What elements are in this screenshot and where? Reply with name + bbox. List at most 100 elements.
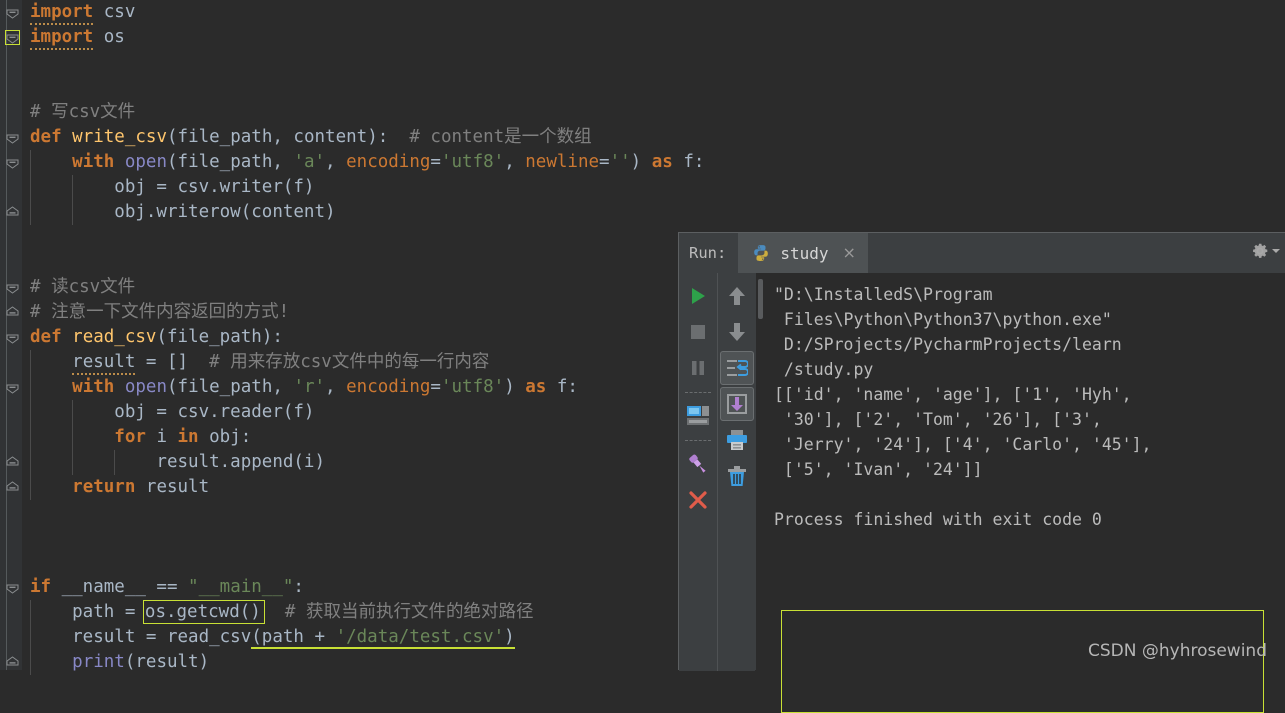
fold-marker-icon[interactable] (6, 581, 19, 594)
indent-guide (30, 600, 31, 625)
indent-guide (30, 175, 31, 200)
pycharm-window: import csv import os # 写csv文件 def write_csv… (0, 0, 1285, 713)
code-line[interactable] (22, 75, 1285, 100)
code-line[interactable]: obj = csv.writer(f) (22, 175, 1285, 200)
code-token: open (124, 377, 167, 397)
code-token: obj: (198, 427, 252, 447)
fold-marker-icon[interactable] (6, 156, 19, 169)
run-console[interactable]: "D:\InstalledS\Program Files\Python\Pyth… (756, 273, 1285, 671)
code-token: as (651, 152, 673, 172)
console-line: /study.py (774, 360, 874, 379)
code-token: # 读csv文件 (30, 277, 136, 297)
code-token: def (30, 327, 73, 347)
settings-gear-button[interactable] (1250, 241, 1280, 261)
stop-button[interactable] (681, 315, 715, 349)
code-token: with (72, 377, 125, 397)
pause-button[interactable] (681, 351, 715, 385)
code-token: result (72, 352, 136, 375)
fold-marker-icon[interactable] (6, 306, 19, 319)
code-token: write_csv (72, 127, 167, 147)
code-token: csv (93, 2, 136, 22)
fold-marker-icon[interactable] (6, 331, 19, 344)
indent-guide (72, 450, 74, 475)
clear-all-button[interactable] (720, 459, 754, 493)
indent-guide (72, 200, 74, 225)
code-line[interactable]: obj.writerow(content) (22, 200, 1285, 225)
code-token: result (135, 477, 210, 497)
code-token: file_path, content (177, 127, 368, 147)
run-tab-study[interactable]: study × (738, 233, 868, 273)
indent-guide (30, 200, 31, 225)
print-button[interactable] (720, 423, 754, 457)
code-token: (file_path, (167, 377, 294, 397)
console-line: [['id', 'name', 'age'], ['1', 'Hyh', (774, 385, 1132, 404)
fold-marker-icon[interactable] (6, 206, 19, 219)
code-token: __name__ == (51, 577, 189, 597)
stop-icon (691, 325, 705, 339)
soft-wrap-button[interactable] (719, 351, 754, 385)
indent-guide (30, 400, 31, 425)
code-token: ) (504, 377, 526, 397)
close-button[interactable] (681, 483, 715, 517)
code-line[interactable]: # 写csv文件 (22, 100, 1285, 125)
code-line[interactable]: with open(file_path, 'a', encoding='utf8… (22, 150, 1285, 175)
up-stack-trace-button[interactable] (720, 279, 754, 313)
fold-marker-icon[interactable] (6, 281, 19, 294)
code-token: (path + (251, 627, 336, 649)
code-token: # 写csv文件 (30, 102, 136, 122)
toolbar-separator (685, 392, 711, 393)
code-line[interactable]: import os (22, 25, 1285, 50)
code-token: file_path (167, 327, 262, 347)
fold-marker-icon[interactable] (6, 381, 19, 394)
close-icon[interactable]: × (843, 245, 856, 261)
fold-marker-icon[interactable] (6, 6, 19, 19)
code-token: obj.writerow(content) (30, 202, 336, 222)
code-line[interactable]: import csv (22, 0, 1285, 25)
code-token: return (72, 477, 136, 497)
arrow-up-icon (728, 287, 745, 305)
indent-guide (114, 450, 116, 475)
code-line[interactable]: def write_csv(file_path, content): # con… (22, 125, 1285, 150)
console-line: Files\Python\Python37\python.exe" (774, 310, 1112, 329)
code-token: : (293, 577, 304, 597)
code-token: , (504, 152, 526, 172)
indent-guide (72, 400, 74, 425)
editor-gutter[interactable] (0, 0, 22, 670)
pin-tab-button[interactable] (681, 447, 715, 481)
code-token: newline (525, 152, 600, 172)
code-token: path = (30, 602, 146, 622)
code-token: '/data/test.csv' (335, 627, 505, 649)
console-line: 'Jerry', '24'], ['4', 'Carlo', '45'], (774, 435, 1152, 454)
code-token: , (325, 152, 347, 172)
code-token: ( (166, 127, 178, 147)
code-line[interactable] (22, 50, 1285, 75)
fold-marker-icon[interactable] (6, 131, 19, 144)
run-toolbar-left[interactable] (679, 273, 717, 671)
fold-marker-icon[interactable] (6, 456, 19, 469)
restore-layout-button[interactable] (681, 399, 715, 433)
console-line: D:/SProjects/PycharmProjects/learn (774, 335, 1122, 354)
code-token: = (599, 152, 610, 172)
code-token: encoding (346, 377, 431, 397)
code-token: f: (672, 152, 705, 172)
run-toolbar-right[interactable] (717, 273, 755, 671)
rerun-button[interactable] (681, 279, 715, 313)
fold-marker-icon[interactable] (6, 656, 19, 669)
gear-icon (1253, 243, 1268, 258)
scroll-to-end-button[interactable] (719, 387, 754, 421)
code-token: in (177, 427, 199, 447)
down-stack-trace-button[interactable] (720, 315, 754, 349)
code-token: with (72, 152, 125, 172)
pin-icon (689, 454, 706, 473)
code-token: ) (630, 152, 652, 172)
code-token: os (93, 27, 125, 47)
watermark-text: CSDN @hyhrosewind (1087, 641, 1267, 661)
code-token: import (30, 27, 94, 50)
fold-marker-icon[interactable] (5, 30, 20, 45)
fold-marker-icon[interactable] (6, 481, 19, 494)
code-token: ( (156, 327, 167, 347)
code-token: (result) (124, 652, 210, 672)
